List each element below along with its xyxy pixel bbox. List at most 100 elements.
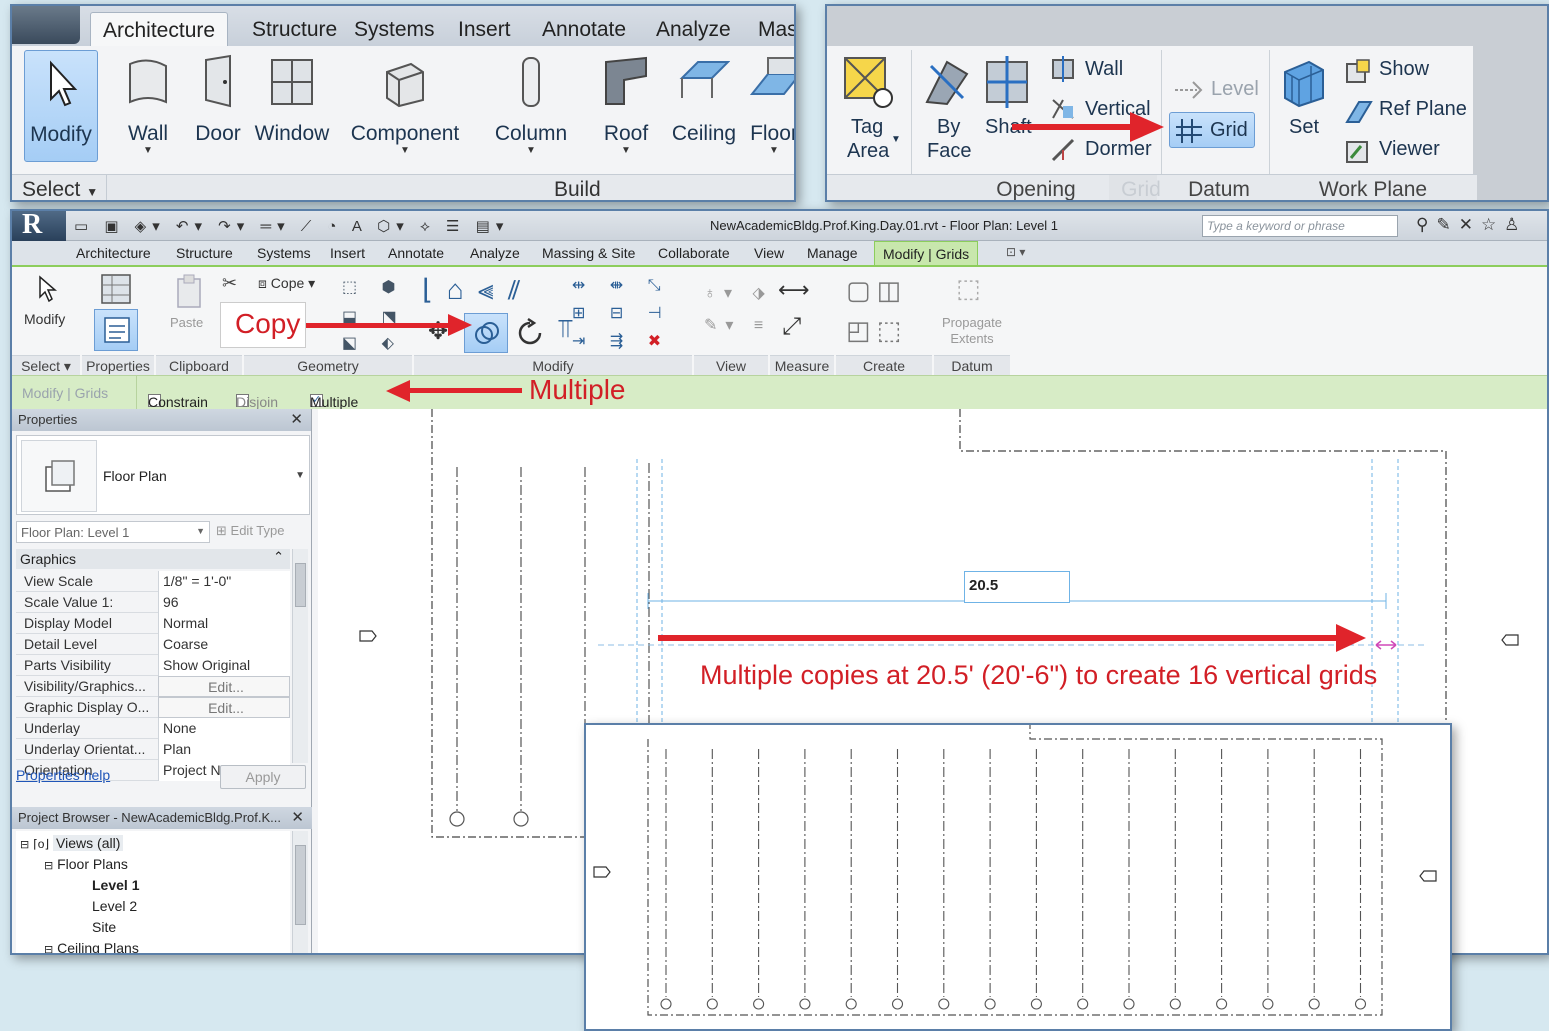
- search-input[interactable]: Type a keyword or phrase: [1202, 215, 1398, 237]
- geometry-tools-row3[interactable]: ⬕ ⬖: [342, 333, 404, 353]
- grid-bubble[interactable]: [660, 998, 672, 1010]
- create-tools[interactable]: ▢◫: [846, 275, 907, 306]
- property-row[interactable]: Visibility/Graphics... Edit...: [16, 676, 290, 697]
- tab-modify-grids[interactable]: Modify | Grids: [874, 241, 979, 265]
- properties-button[interactable]: [94, 309, 138, 351]
- grid-bubble[interactable]: [845, 998, 857, 1010]
- browser-scrollbar[interactable]: [292, 831, 308, 953]
- property-value[interactable]: Normal: [158, 613, 290, 634]
- scroll-thumb[interactable]: [295, 563, 306, 607]
- measure-icon[interactable]: ⤢: [782, 313, 801, 341]
- property-value[interactable]: Edit...: [158, 697, 290, 718]
- grid-bubble[interactable]: [1262, 998, 1274, 1010]
- tree-item-ceiling-plans[interactable]: ⊟ Ceiling Plans: [44, 940, 139, 953]
- property-value[interactable]: Coarse: [158, 634, 290, 655]
- tree-item-level-2[interactable]: Level 2: [92, 898, 137, 914]
- tab-collaborate[interactable]: Collaborate: [658, 245, 730, 261]
- move-icon[interactable]: ✥: [428, 317, 448, 346]
- by-face-label-2[interactable]: Face: [927, 140, 971, 163]
- grid-bubble[interactable]: [1169, 998, 1181, 1010]
- tab-structure[interactable]: Structure: [176, 245, 233, 261]
- grid-bubble[interactable]: [1216, 998, 1228, 1010]
- tab-analyze[interactable]: Analyze: [644, 12, 743, 46]
- grid-button[interactable]: Grid: [1169, 112, 1255, 148]
- column-button[interactable]: Column ▼: [490, 50, 572, 162]
- quick-access-toolbar[interactable]: ▭ ▣ ◈▾ ↶▾ ↷▾ ═▾ ⟋ ◔ A ⬡▾ ⟡ ☰ ▤▾: [74, 217, 509, 235]
- application-menu-button[interactable]: [12, 6, 80, 44]
- create-tools-row2[interactable]: ◰⬚: [846, 315, 907, 346]
- mirror-icon[interactable]: ⫪: [558, 313, 573, 345]
- roof-button[interactable]: Roof ▼: [596, 50, 656, 162]
- revit-logo-button[interactable]: R: [12, 211, 66, 241]
- properties-help-link[interactable]: Properties help: [16, 767, 110, 783]
- tree-item-site[interactable]: Site: [92, 919, 116, 935]
- instance-selector[interactable]: Floor Plan: Level 1 ▼: [16, 521, 210, 543]
- tab-systems[interactable]: Systems: [257, 245, 311, 261]
- door-button[interactable]: Door: [190, 50, 246, 162]
- modify-tools-small-row3[interactable]: ⇥ ⇶ ✖: [572, 331, 671, 351]
- cope-button[interactable]: ⧈ Cope ▾: [258, 275, 315, 292]
- tab-annotate[interactable]: Annotate: [388, 245, 444, 261]
- edit-type-button[interactable]: ⊞ Edit Type: [216, 523, 285, 539]
- tab-analyze[interactable]: Analyze: [470, 245, 520, 261]
- window-button[interactable]: Window: [252, 50, 332, 162]
- view-tools[interactable]: ♁▾ ⬗: [704, 283, 773, 303]
- modify-tools-row1[interactable]: ⌊⌂⫷⫽: [422, 273, 534, 307]
- grid-bubble[interactable]: [938, 998, 950, 1010]
- ref-plane-label[interactable]: Ref Plane: [1379, 98, 1467, 121]
- modify-button[interactable]: Modify: [24, 311, 65, 327]
- graphics-section-header[interactable]: Graphics ⌃: [16, 549, 290, 569]
- tab-massing[interactable]: Mas: [746, 12, 794, 46]
- tab-annotate[interactable]: Annotate: [530, 12, 638, 46]
- modify-tools-small-row1[interactable]: ⇹ ⇼ ⤡: [572, 275, 671, 295]
- wall-button[interactable]: Wall ▼: [116, 50, 180, 162]
- tab-manage[interactable]: Manage: [807, 245, 858, 261]
- apply-button[interactable]: Apply: [220, 765, 306, 789]
- grid-bubble[interactable]: [1077, 998, 1089, 1010]
- tab-architecture[interactable]: Architecture: [76, 245, 151, 261]
- property-row[interactable]: Underlay None: [16, 718, 290, 739]
- property-value[interactable]: 1/8" = 1'-0": [158, 571, 290, 592]
- temporary-dimension-input[interactable]: 20.5: [964, 571, 1070, 603]
- viewer-label[interactable]: Viewer: [1379, 138, 1440, 161]
- property-row[interactable]: Detail Level Coarse: [16, 634, 290, 655]
- property-row[interactable]: Scale Value 1: 96: [16, 592, 290, 613]
- tree-item-level-1[interactable]: Level 1: [92, 877, 139, 893]
- property-row[interactable]: Underlay Orientat... Plan: [16, 739, 290, 760]
- property-value[interactable]: Show Original: [158, 655, 290, 676]
- grid-bubble[interactable]: [1308, 998, 1320, 1010]
- show-label[interactable]: Show: [1379, 58, 1429, 81]
- infocenter-icons[interactable]: ⚲✎✕☆♙: [1416, 215, 1527, 235]
- grid-bubble[interactable]: [1354, 998, 1367, 1010]
- tab-view[interactable]: View: [754, 245, 784, 261]
- modify-tools-small-row2[interactable]: ⊞ ⊟ ⊣: [572, 303, 672, 323]
- property-value[interactable]: 96: [158, 592, 290, 613]
- scroll-thumb[interactable]: [295, 845, 306, 925]
- grid-bubble[interactable]: [891, 998, 904, 1010]
- close-icon[interactable]: ✕: [290, 410, 303, 428]
- properties-scrollbar[interactable]: [292, 549, 308, 763]
- property-row[interactable]: View Scale 1/8" = 1'-0": [16, 571, 290, 592]
- tree-item-floor-plans[interactable]: ⊟ Floor Plans: [44, 856, 128, 872]
- tree-item-views[interactable]: ⊟ ⌈o⌋ Views (all): [20, 835, 124, 851]
- grid-bubble[interactable]: [984, 998, 996, 1010]
- property-value[interactable]: Edit...: [158, 676, 290, 697]
- set-label[interactable]: Set: [1289, 116, 1319, 139]
- tab-insert[interactable]: Insert: [330, 245, 365, 261]
- ceiling-button[interactable]: Ceiling: [666, 50, 742, 162]
- rotate-icon[interactable]: [514, 317, 546, 349]
- aligned-dimension-icon[interactable]: ⟷: [778, 277, 810, 303]
- grid-bubble[interactable]: [1123, 998, 1135, 1010]
- tab-systems[interactable]: Systems: [342, 12, 447, 46]
- grid-bubble[interactable]: [799, 998, 811, 1010]
- grid-bubble[interactable]: [706, 998, 718, 1010]
- geometry-tools[interactable]: ⬚ ⬢: [342, 277, 406, 297]
- wall-opening-label[interactable]: Wall: [1085, 58, 1123, 81]
- property-row[interactable]: Parts Visibility Show Original: [16, 655, 290, 676]
- property-value[interactable]: Plan: [158, 739, 290, 760]
- floor-button[interactable]: Floor ▼: [744, 50, 794, 162]
- cut-icon[interactable]: ✂: [222, 273, 237, 294]
- tag-area-label-2[interactable]: Area: [847, 140, 889, 163]
- close-icon[interactable]: ✕: [291, 808, 304, 826]
- property-row[interactable]: Display Model Normal: [16, 613, 290, 634]
